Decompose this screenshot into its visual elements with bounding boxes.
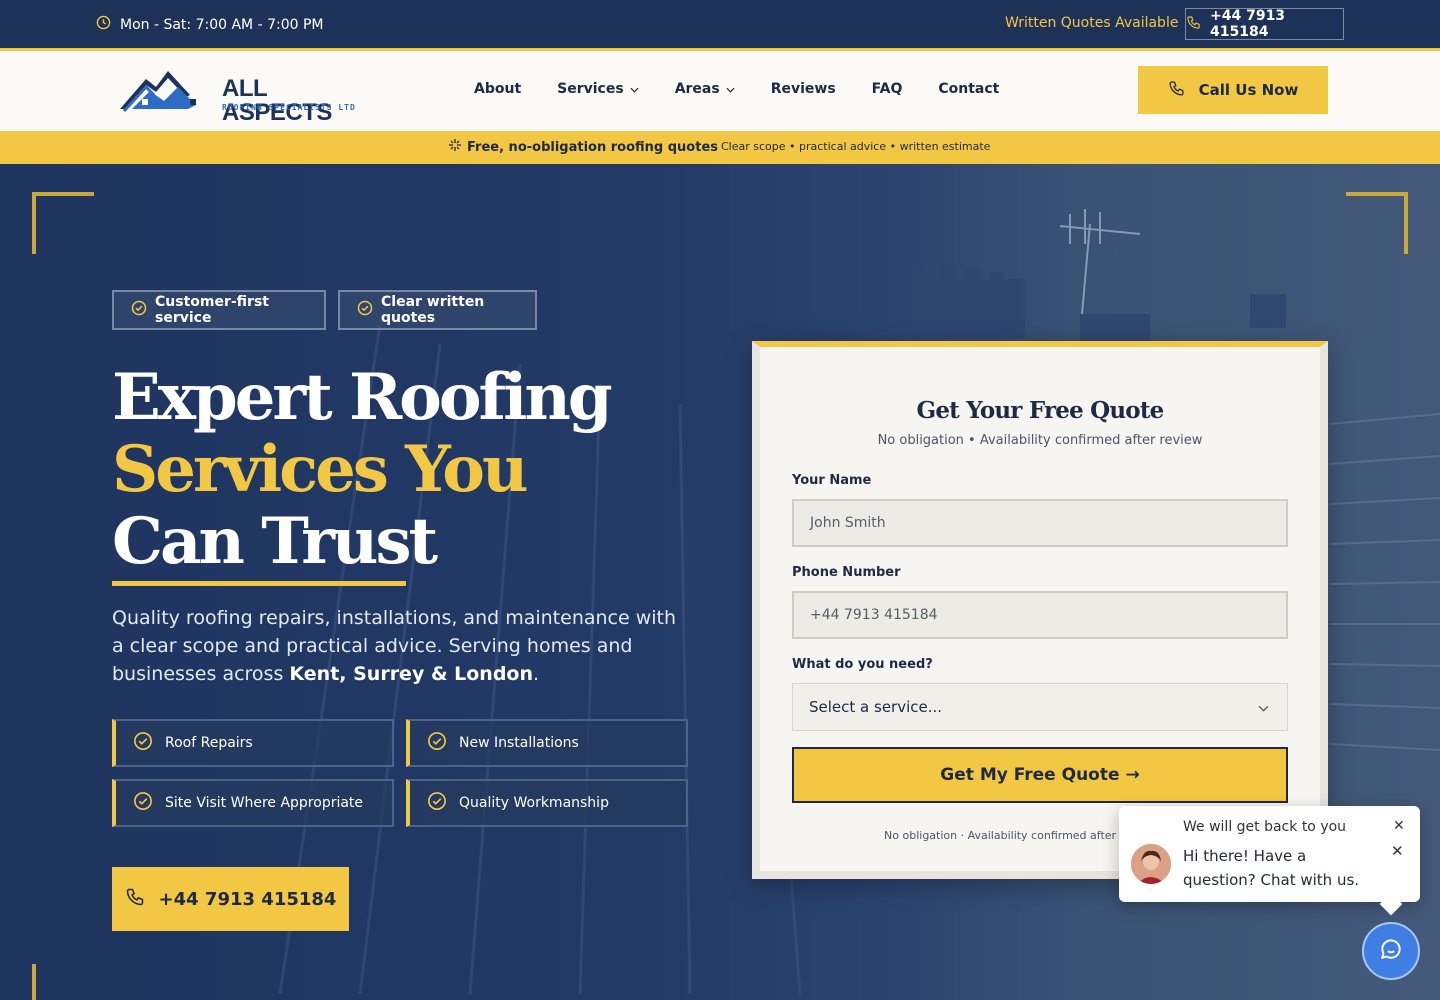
feature-new-installations: New Installations xyxy=(406,719,688,767)
hero-phone-label: +44 7913 415184 xyxy=(158,888,337,910)
chat-icon xyxy=(1378,936,1404,966)
service-selected-value: Select a service... xyxy=(809,698,943,716)
feature-label: Site Visit Where Appropriate xyxy=(165,795,364,811)
lede-suffix: . xyxy=(533,663,540,685)
opening-hours: Mon - Sat: 7:00 AM - 7:00 PM xyxy=(96,15,324,34)
feature-label: Roof Repairs xyxy=(165,735,253,751)
phone-icon xyxy=(1168,80,1185,101)
hours-text: Mon - Sat: 7:00 AM - 7:00 PM xyxy=(120,16,324,33)
feature-label: Quality Workmanship xyxy=(459,795,609,811)
top-bar: Mon - Sat: 7:00 AM - 7:00 PM Written Quo… xyxy=(0,0,1440,48)
written-quotes-text: Written Quotes Available xyxy=(1005,15,1179,31)
logo[interactable]: ALL ASPECTS ROOFING SPECIALISTS LTD xyxy=(118,65,358,125)
quote-form-card: Get Your Free Quote No obligation • Avai… xyxy=(752,341,1328,879)
close-icon[interactable]: ✕ xyxy=(1391,842,1404,860)
chat-launcher-button[interactable] xyxy=(1362,922,1420,980)
chip-clear-quotes: Clear written quotes xyxy=(338,290,537,330)
chat-popup[interactable]: We will get back to you ✕ Hi there! Have… xyxy=(1119,806,1420,902)
logo-tagline: ROOFING SPECIALISTS LTD xyxy=(222,103,356,112)
hero-phone-button[interactable]: +44 7913 415184 xyxy=(112,867,349,931)
feature-label: New Installations xyxy=(459,735,579,751)
chip-customer-first: Customer-first service xyxy=(112,290,326,330)
avatar xyxy=(1131,844,1171,884)
nav-reviews[interactable]: Reviews xyxy=(771,81,836,97)
house-logo-icon xyxy=(120,71,196,113)
service-select[interactable]: Select a service... xyxy=(792,683,1288,731)
name-field[interactable]: John Smith xyxy=(792,499,1288,547)
call-us-now-button[interactable]: Call Us Now xyxy=(1138,66,1328,114)
nav-links: About Services Areas Reviews FAQ Contact xyxy=(474,81,999,97)
chat-message: Hi there! Have a question? Chat with us. xyxy=(1183,844,1383,892)
check-circle-icon xyxy=(133,791,153,815)
headline-line-2: Services You xyxy=(112,432,528,507)
lede-areas: Kent, Surrey & London xyxy=(289,663,533,685)
phone-icon xyxy=(1186,15,1201,34)
nav-about-label: About xyxy=(474,81,522,97)
chevron-down-icon xyxy=(630,81,639,97)
call-us-now-label: Call Us Now xyxy=(1198,81,1299,99)
chip-label: Customer-first service xyxy=(155,294,269,326)
quote-form-subtitle: No obligation • Availability confirmed a… xyxy=(877,433,1203,448)
promo-main: Free, no-obligation roofing quotes xyxy=(449,139,718,155)
phone-placeholder: +44 7913 415184 xyxy=(810,607,938,623)
name-label: Your Name xyxy=(792,473,872,488)
corner-bracket xyxy=(1346,192,1408,254)
nav-contact[interactable]: Contact xyxy=(938,81,999,97)
quote-form-title: Get Your Free Quote xyxy=(916,397,1165,424)
close-icon[interactable]: ✕ xyxy=(1393,818,1405,834)
headline-line-3: Can Trust xyxy=(112,504,438,579)
promo-band: Free, no-obligation roofing quotes Clear… xyxy=(0,131,1440,164)
get-free-quote-button[interactable]: Get My Free Quote → xyxy=(792,747,1288,803)
corner-bracket xyxy=(32,192,94,254)
main-nav: ALL ASPECTS ROOFING SPECIALISTS LTD Abou… xyxy=(0,48,1440,132)
promo-main-text: Free, no-obligation roofing quotes xyxy=(467,139,719,155)
nav-areas-label: Areas xyxy=(674,81,720,97)
chip-label: Clear written quotes xyxy=(381,294,485,326)
nav-about[interactable]: About xyxy=(474,81,521,97)
nav-reviews-label: Reviews xyxy=(770,81,836,97)
service-label: What do you need? xyxy=(792,657,933,672)
check-circle-icon xyxy=(357,300,373,320)
feature-site-visit: Site Visit Where Appropriate xyxy=(112,779,394,827)
check-circle-icon xyxy=(133,731,153,755)
promo-sub-text: Clear scope • practical advice • written… xyxy=(721,140,991,153)
nav-faq[interactable]: FAQ xyxy=(872,81,903,97)
chevron-down-icon xyxy=(726,81,735,97)
check-circle-icon xyxy=(131,300,147,320)
corner-bracket xyxy=(32,964,94,1000)
nav-areas[interactable]: Areas xyxy=(675,81,735,97)
headline-underline xyxy=(112,581,406,586)
name-placeholder: John Smith xyxy=(810,515,886,531)
nav-services[interactable]: Services xyxy=(557,81,639,97)
headline-line-1: Expert Roofing xyxy=(112,360,613,435)
topbar-phone-label: +44 7913 415184 xyxy=(1210,8,1286,40)
hero-lede: Quality roofing repairs, installations, … xyxy=(112,604,692,688)
submit-label: Get My Free Quote → xyxy=(940,765,1140,785)
feature-quality-workmanship: Quality Workmanship xyxy=(406,779,688,827)
feature-roof-repairs: Roof Repairs xyxy=(112,719,394,767)
phone-label: Phone Number xyxy=(792,565,901,580)
topbar-phone-button[interactable]: +44 7913 415184 xyxy=(1185,8,1344,40)
chevron-down-icon xyxy=(1258,698,1269,716)
check-circle-icon xyxy=(427,791,447,815)
logo-brand-text: ALL ASPECTS xyxy=(222,75,332,126)
hero-headline: Expert Roofing Services You Can Trust xyxy=(112,360,613,579)
chat-behind-message: We will get back to you xyxy=(1183,819,1347,835)
nav-faq-label: FAQ xyxy=(871,81,903,97)
nav-services-label: Services xyxy=(557,81,624,97)
nav-contact-label: Contact xyxy=(938,81,1000,97)
clock-icon xyxy=(96,15,111,34)
phone-field[interactable]: +44 7913 415184 xyxy=(792,591,1288,639)
phone-icon xyxy=(125,887,145,912)
sparkle-icon xyxy=(449,139,461,155)
check-circle-icon xyxy=(427,731,447,755)
